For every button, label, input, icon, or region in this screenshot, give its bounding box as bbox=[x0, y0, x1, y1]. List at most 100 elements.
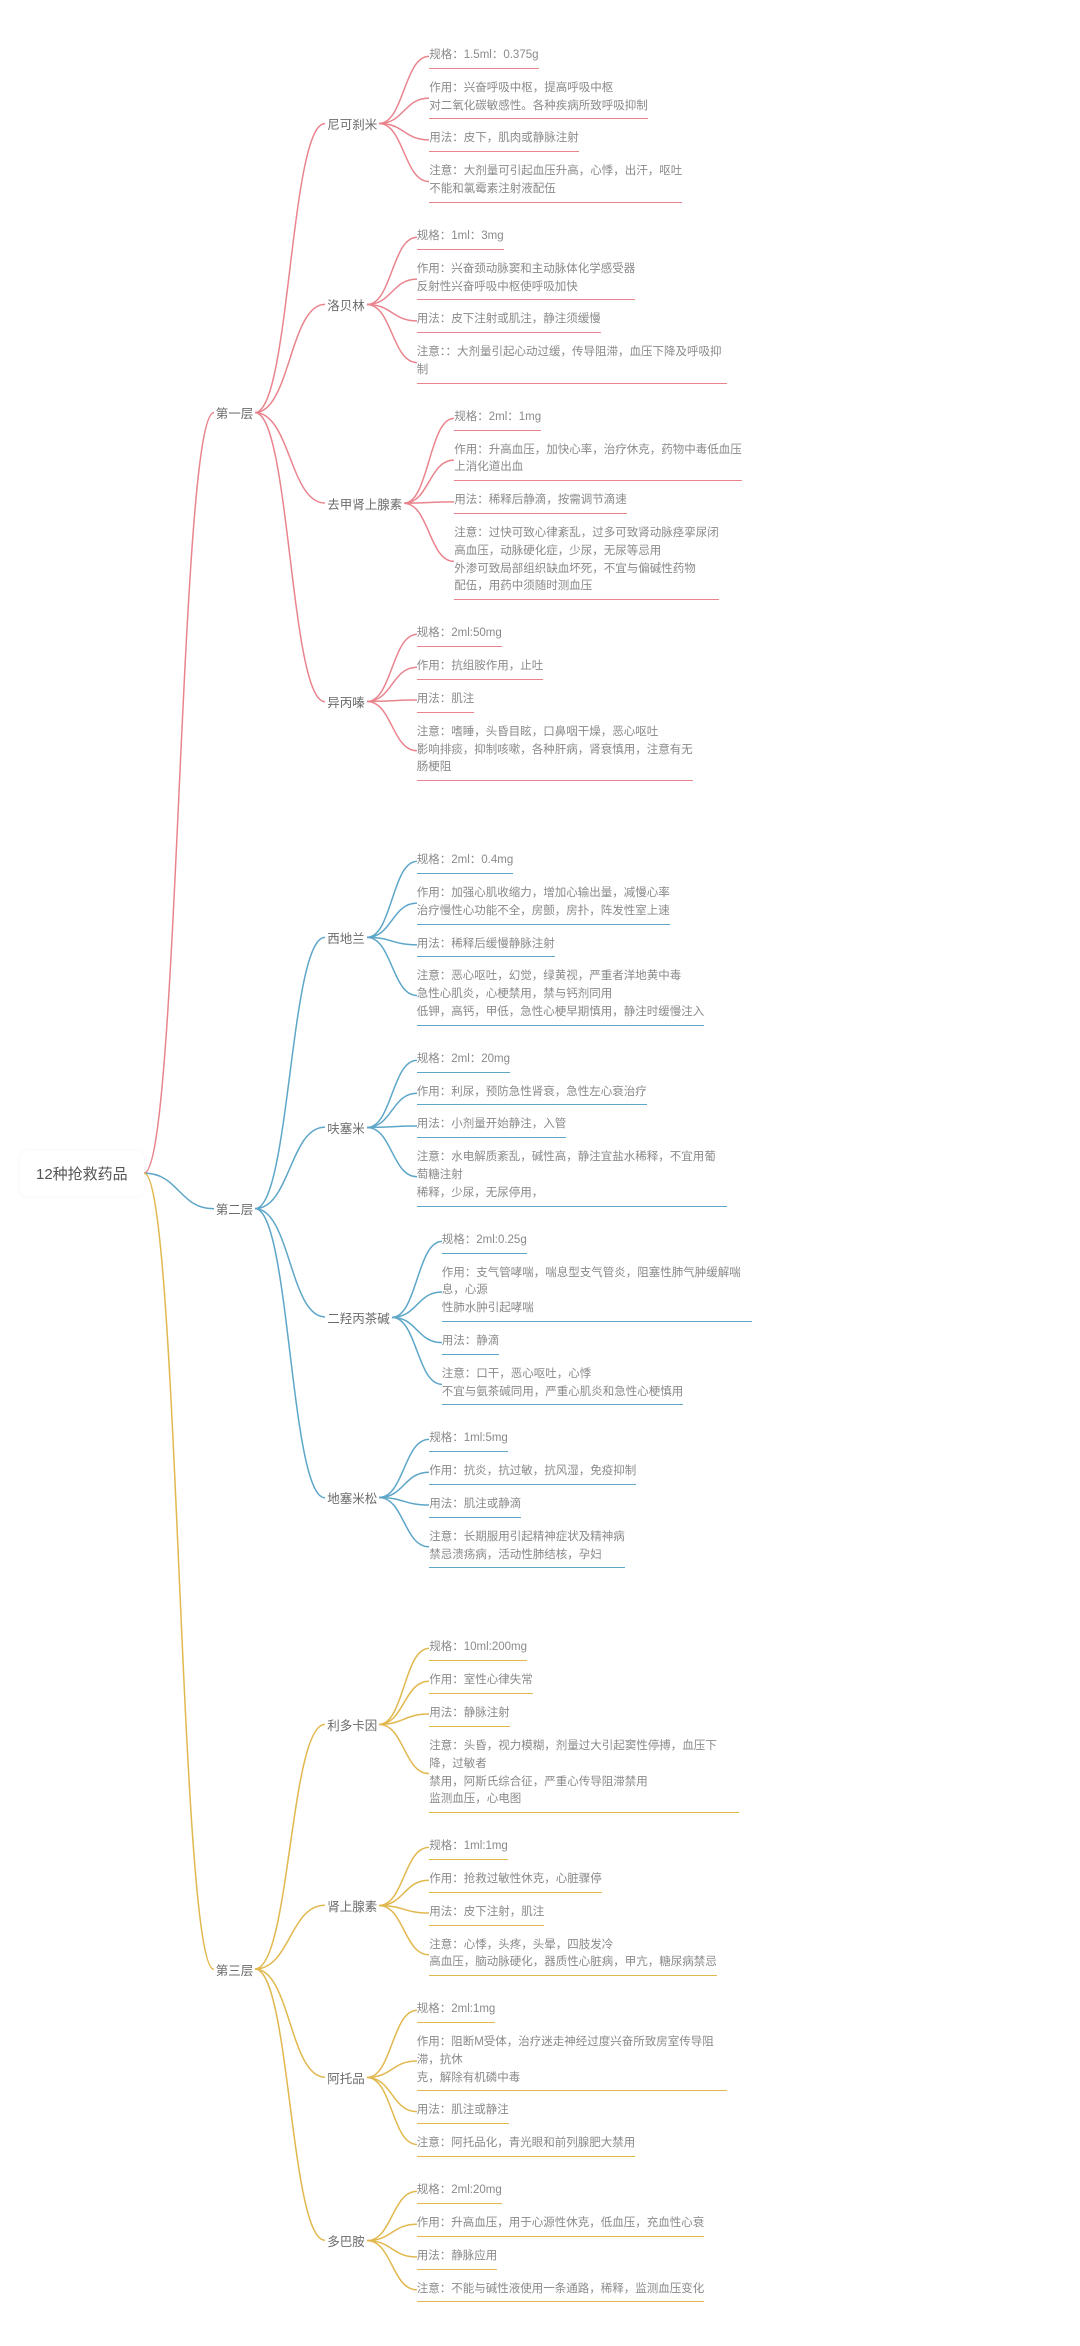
leaf-list: 规格：2ml:20mg作用：升高血压，用于心源性休克，低血压，充血性心衰用法：静… bbox=[417, 2175, 705, 2306]
leaf-text: 作用：升高血压，加快心率，治疗休克，药物中毒低血压 上消化道出血 bbox=[454, 439, 742, 482]
leaf-row: 用法：静滴 bbox=[442, 1326, 752, 1359]
leaf-row: 注意：恶心呕吐，幻觉，绿黄视，严重者洋地黄中毒 急性心肌炎，心梗禁用，禁与钙剂同… bbox=[417, 961, 705, 1029]
leaf-list: 规格：2ml:1mg 作用：阻断M受体，治疗迷走神经过度兴奋所致房室传导阻滞，抗休… bbox=[417, 1994, 727, 2161]
leaf-row: 规格：1ml：3mg bbox=[417, 221, 727, 254]
tier-list: 第一层 尼可刹米 规格：1.5ml：0.375g作用：兴奋呼吸中枢，提高呼吸中枢 对… bbox=[214, 40, 752, 2306]
leaf-row: 作用：阻断M受体，治疗迷走神经过度兴奋所致房室传导阻滞，抗休 克，解除有机磷中毒 bbox=[417, 2027, 727, 2095]
leaf-row: 作用：升高血压，用于心源性休克，低血压，充血性心衰 bbox=[417, 2208, 705, 2241]
leaf-text: 用法：稀释后缓慢静脉注射 bbox=[417, 933, 555, 958]
leaf-text: 注意：嗜睡，头昏目眩，口鼻咽干燥，恶心呕吐 影响排痰，抑制咳嗽，各种肝病，肾衰慎… bbox=[417, 721, 693, 781]
drug-connector bbox=[379, 40, 429, 207]
leaf-row: 注意：头昏，视力模糊，剂量过大引起窦性停搏，血压下降，过敏者 禁用，阿斯氏综合征… bbox=[429, 1731, 739, 1817]
leaf-row: 注意：心悸，头疼，头晕，四肢发冷 高血压，脑动脉硬化，器质性心脏病，甲亢，糖尿病… bbox=[429, 1930, 717, 1981]
tier-label: 第三层 bbox=[214, 1956, 256, 1983]
drug-label: 异丙嗪 bbox=[325, 688, 367, 715]
leaf-text: 用法：皮下，肌肉或静脉注射 bbox=[429, 127, 579, 152]
root-node: 12种抢救药品 bbox=[20, 1151, 144, 1196]
leaf-text: 规格：2ml：0.4mg bbox=[417, 849, 514, 874]
leaf-row: 用法：皮下注射或肌注，静注须缓慢 bbox=[417, 304, 727, 337]
leaf-text: 用法：稀释后静滴，按需调节滴速 bbox=[454, 489, 627, 514]
leaf-row: 规格：2ml：20mg bbox=[417, 1044, 727, 1077]
leaf-row: 用法：静脉应用 bbox=[417, 2241, 705, 2274]
leaf-row: 作用：利尿，预防急性肾衰，急性左心衰治疗 bbox=[417, 1077, 727, 1110]
leaf-row: 用法：肌注 bbox=[417, 684, 693, 717]
leaf-text: 规格：2ml:50mg bbox=[417, 622, 502, 647]
leaf-text: 用法：肌注 bbox=[417, 688, 475, 713]
leaf-text: 规格：2ml:1mg bbox=[417, 1998, 496, 2023]
drug-label: 洛贝林 bbox=[325, 291, 367, 318]
drug-row: 异丙嗪 规格：2ml:50mg 作用：抗组胺作用，止吐用法：肌注注意：嗜睡，头昏目眩… bbox=[325, 618, 742, 785]
drug-row: 二羟丙茶碱规格：2ml:0.25g作用：支气管哮喘，喘息型支气管炎，阻塞性肺气肿… bbox=[325, 1225, 752, 1410]
drug-connector bbox=[367, 1994, 417, 2161]
leaf-row: 作用：支气管哮喘，喘息型支气管炎，阻塞性肺气肿缓解喘息，心源 性肺水肿引起哮喘 bbox=[442, 1258, 752, 1326]
drug-row: 利多卡因 规格：10ml:200mg 作用：室性心律失常用法：静脉注射注意：头昏，视… bbox=[325, 1632, 739, 1817]
leaf-row: 规格：1ml:5mg bbox=[429, 1423, 636, 1456]
leaf-text: 作用：室性心律失常 bbox=[429, 1669, 533, 1694]
drug-label: 尼可刹米 bbox=[325, 110, 379, 137]
tier-connector bbox=[255, 1632, 325, 2306]
leaf-list: 规格：1ml：3mg 作用：兴奋颈动脉窦和主动脉体化学感受器 反射性兴奋呼吸中枢使… bbox=[417, 221, 727, 388]
drug-label: 利多卡因 bbox=[325, 1711, 379, 1738]
leaf-text: 用法：皮下注射，肌注 bbox=[429, 1901, 544, 1926]
drug-list: 利多卡因 规格：10ml:200mg 作用：室性心律失常用法：静脉注射注意：头昏，视… bbox=[325, 1632, 739, 2306]
drug-connector bbox=[367, 221, 417, 388]
tier-label: 第一层 bbox=[214, 399, 256, 426]
leaf-row: 用法：稀释后静滴，按需调节滴速 bbox=[454, 485, 742, 518]
leaf-text: 用法：肌注或静注 bbox=[417, 2099, 509, 2124]
leaf-row: 注意：过快可致心律紊乱，过多可致肾动脉痉挛尿闭 高血压，动脉硬化症，少尿，无尿等… bbox=[454, 518, 742, 604]
drug-connector bbox=[379, 1632, 429, 1817]
drug-label: 多巴胺 bbox=[325, 2227, 367, 2254]
leaf-row: 用法：肌注或静注 bbox=[417, 2095, 727, 2128]
leaf-row: 规格：1.5ml：0.375g bbox=[429, 40, 682, 73]
drug-connector bbox=[392, 1225, 442, 1410]
leaf-text: 规格：1ml:1mg bbox=[429, 1835, 508, 1860]
leaf-row: 注意：口干，恶心呕吐，心悸 不宜与氨茶碱同用，严重心肌炎和急性心梗慎用 bbox=[442, 1359, 752, 1410]
leaf-row: 规格：1ml:1mg bbox=[429, 1831, 717, 1864]
leaf-text: 用法：小剂量开始静注，入管 bbox=[417, 1113, 567, 1138]
leaf-list: 规格：2ml：1mg 作用：升高血压，加快心率，治疗休克，药物中毒低血压 上消化道… bbox=[454, 402, 742, 605]
leaf-row: 作用：抗炎，抗过敏，抗风湿，免疫抑制 bbox=[429, 1456, 636, 1489]
leaf-row: 注意：：大剂量引起心动过缓，传导阻滞，血压下降及呼吸抑制 bbox=[417, 337, 727, 388]
leaf-row: 规格：2ml:50mg bbox=[417, 618, 693, 651]
leaf-row: 用法：皮下注射，肌注 bbox=[429, 1897, 717, 1930]
drug-connector bbox=[367, 1044, 417, 1211]
leaf-text: 注意：头昏，视力模糊，剂量过大引起窦性停搏，血压下降，过敏者 禁用，阿斯氏综合征… bbox=[429, 1735, 739, 1813]
leaf-list: 规格：1.5ml：0.375g作用：兴奋呼吸中枢，提高呼吸中枢 对二氧化碳敏感性… bbox=[429, 40, 682, 207]
tier-connector bbox=[255, 845, 325, 1572]
leaf-text: 作用：加强心肌收缩力，增加心输出量，减慢心率 治疗慢性心功能不全，房颤，房扑，阵… bbox=[417, 882, 670, 925]
leaf-text: 作用：阻断M受体，治疗迷走神经过度兴奋所致房室传导阻滞，抗休 克，解除有机磷中毒 bbox=[417, 2031, 727, 2091]
leaf-text: 规格：2ml：1mg bbox=[454, 406, 541, 431]
drug-connector bbox=[367, 618, 417, 785]
leaf-row: 规格：2ml:1mg bbox=[417, 1994, 727, 2027]
leaf-row: 作用：抗组胺作用，止吐 bbox=[417, 651, 693, 684]
leaf-row: 注意：水电解质紊乱，碱性高，静注宜盐水稀释，不宜用葡萄糖注射 稀释，少尿，无尿停… bbox=[417, 1142, 727, 1210]
leaf-text: 规格：1ml：3mg bbox=[417, 225, 504, 250]
tier-row: 第一层 尼可刹米 规格：1.5ml：0.375g作用：兴奋呼吸中枢，提高呼吸中枢 对… bbox=[214, 40, 752, 785]
leaf-text: 注意：水电解质紊乱，碱性高，静注宜盐水稀释，不宜用葡萄糖注射 稀释，少尿，无尿停… bbox=[417, 1146, 727, 1206]
leaf-text: 注意：大剂量可引起血压升高，心悸，出汗，呕吐 不能和氯霉素注射液配伍 bbox=[429, 160, 682, 203]
leaf-list: 规格：2ml：0.4mg 作用：加强心肌收缩力，增加心输出量，减慢心率 治疗慢性心… bbox=[417, 845, 705, 1030]
leaf-text: 作用：支气管哮喘，喘息型支气管炎，阻塞性肺气肿缓解喘息，心源 性肺水肿引起哮喘 bbox=[442, 1262, 752, 1322]
leaf-text: 作用：抗组胺作用，止吐 bbox=[417, 655, 544, 680]
leaf-row: 规格：2ml：0.4mg bbox=[417, 845, 705, 878]
leaf-text: 作用：升高血压，用于心源性休克，低血压，充血性心衰 bbox=[417, 2212, 705, 2237]
drug-label: 阿托品 bbox=[325, 2064, 367, 2091]
drug-row: 阿托品 规格：2ml:1mg 作用：阻断M受体，治疗迷走神经过度兴奋所致房室传导阻滞… bbox=[325, 1994, 739, 2161]
leaf-list: 规格：10ml:200mg 作用：室性心律失常用法：静脉注射注意：头昏，视力模糊，… bbox=[429, 1632, 739, 1817]
leaf-text: 规格：2ml：20mg bbox=[417, 1048, 510, 1073]
leaf-row: 作用：兴奋颈动脉窦和主动脉体化学感受器 反射性兴奋呼吸中枢使呼吸加快 bbox=[417, 254, 727, 305]
leaf-text: 规格：1.5ml：0.375g bbox=[429, 44, 538, 69]
leaf-text: 注意：长期服用引起精神症状及精神病 禁忌溃疡病，活动性肺结核，孕妇 bbox=[429, 1526, 625, 1569]
leaf-row: 规格：10ml:200mg bbox=[429, 1632, 739, 1665]
tier-row: 第三层 利多卡因 规格：10ml:200mg 作用：室性心律失常用法：静脉注射注意：头… bbox=[214, 1632, 752, 2306]
drug-row: 去甲肾上腺素规格：2ml：1mg作用：升高血压，加快心率，治疗休克，药物中毒低血… bbox=[325, 402, 742, 605]
tier-row: 第二层西地兰规格：2ml：0.4mg作用：加强心肌收缩力，增加心输出量，减慢心率… bbox=[214, 845, 752, 1572]
leaf-text: 用法：静脉注射 bbox=[429, 1702, 510, 1727]
leaf-row: 用法：皮下，肌肉或静脉注射 bbox=[429, 123, 682, 156]
tier-connector bbox=[255, 40, 325, 785]
leaf-text: 用法：静滴 bbox=[442, 1330, 500, 1355]
drug-connector bbox=[367, 2175, 417, 2306]
leaf-row: 用法：静脉注射 bbox=[429, 1698, 739, 1731]
drug-connector bbox=[379, 1423, 429, 1572]
leaf-list: 规格：2ml：20mg 作用：利尿，预防急性肾衰，急性左心衰治疗用法：小剂量开始静… bbox=[417, 1044, 727, 1211]
